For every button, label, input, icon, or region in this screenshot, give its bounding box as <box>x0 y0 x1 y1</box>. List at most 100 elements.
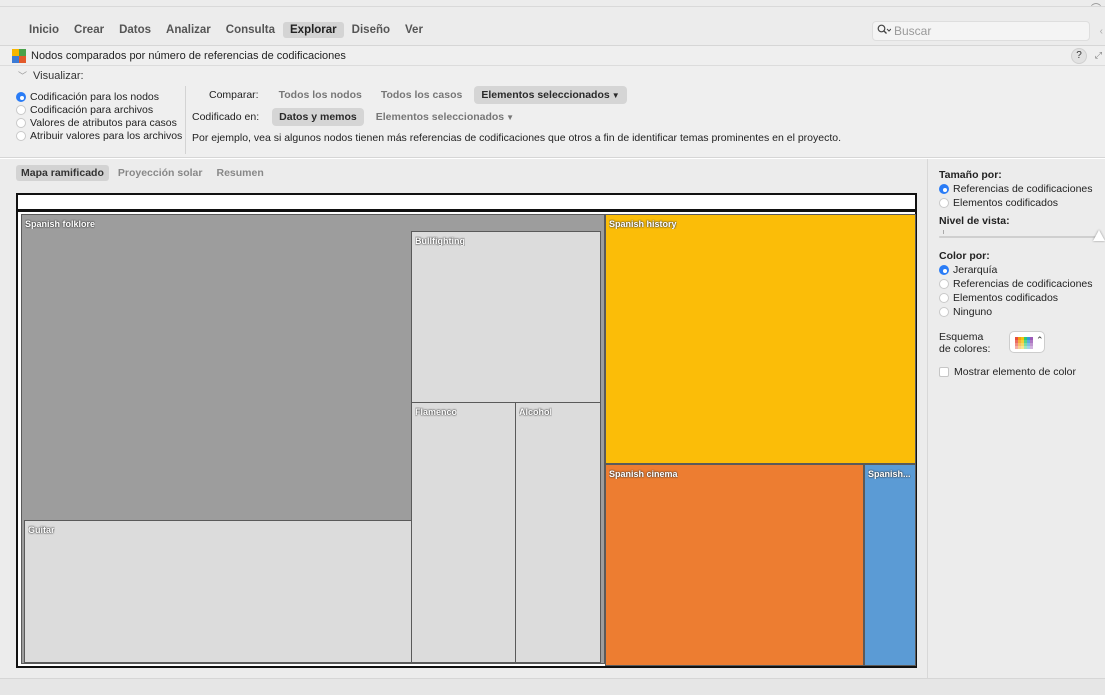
menu-analizar[interactable]: Analizar <box>159 22 218 38</box>
search-input[interactable]: Buscar <box>872 21 1090 41</box>
visualize-label: Visualizar: <box>33 70 84 82</box>
radio-selected-icon[interactable] <box>939 265 949 275</box>
search-icon <box>877 24 892 38</box>
menu-diseno[interactable]: Diseño <box>345 22 397 38</box>
show-color-item-checkbox[interactable]: Mostrar elemento de color <box>939 366 1076 378</box>
cell-label: Spanish folklore <box>25 219 96 229</box>
radio-icon[interactable] <box>939 307 949 317</box>
cell-label: Spanish cinema <box>609 469 678 479</box>
tab-sunburst[interactable]: Proyección solar <box>113 165 208 181</box>
coded-label: Codificado en: <box>192 111 260 123</box>
size-by-coding-references[interactable]: Referencias de codificaciones <box>939 183 1093 195</box>
option-label: Codificación para archivos <box>30 103 154 116</box>
option-label: Referencias de codificaciones <box>953 278 1093 290</box>
chevron-left-icon[interactable]: ‹ <box>1100 26 1103 37</box>
size-by-coded-items[interactable]: Elementos codificados <box>939 197 1058 209</box>
treemap-cell-spanish-cinema[interactable]: Spanish cinema <box>605 464 864 666</box>
coded-data-memos[interactable]: Datos y memos <box>272 108 364 126</box>
updown-chevron-icon: ⌃ <box>1036 335 1044 345</box>
cell-label: Guitar <box>28 525 55 535</box>
color-by-hierarchy[interactable]: Jerarquía <box>939 264 997 276</box>
view-level-slider-thumb[interactable] <box>1093 230 1105 241</box>
tab-summary[interactable]: Resumen <box>211 165 268 181</box>
radio-icon[interactable] <box>16 104 26 115</box>
compare-selected-items[interactable]: Elementos seleccionados ▼ <box>474 86 627 104</box>
menu-explorar[interactable]: Explorar <box>283 22 344 38</box>
tab-treemap[interactable]: Mapa ramificado <box>16 165 109 181</box>
menu-consulta[interactable]: Consulta <box>219 22 282 38</box>
slider-tick <box>943 230 944 234</box>
example-description: Por ejemplo, vea si algunos nodos tienen… <box>192 132 842 144</box>
visualize-option-file-attributes[interactable]: Atribuir valores para los archivos <box>16 129 182 142</box>
options-panel: ﹀ Visualizar: Codificación para los nodos… <box>0 66 1105 158</box>
expand-icon[interactable]: ⤢ <box>1095 50 1102 61</box>
color-by-coded-items[interactable]: Elementos codificados <box>939 292 1058 304</box>
menu-crear[interactable]: Crear <box>67 22 111 38</box>
visualize-option-case-attributes[interactable]: Valores de atributos para casos <box>16 116 182 129</box>
option-label: Jerarquía <box>953 264 998 276</box>
treemap-header <box>16 193 917 211</box>
top-divider <box>0 6 1105 7</box>
radio-icon[interactable] <box>16 117 26 128</box>
option-label: Ninguno <box>953 306 993 318</box>
compare-all-cases[interactable]: Todos los casos <box>374 86 470 104</box>
menu-ver[interactable]: Ver <box>398 22 430 38</box>
help-button[interactable]: ? <box>1071 48 1087 64</box>
segment-label: Elementos seleccionados <box>481 89 610 101</box>
color-by-label: Color por: <box>939 250 990 262</box>
visualize-options: Codificación para los nodos Codificación… <box>16 90 182 142</box>
option-label: Valores de atributos para casos <box>30 116 177 129</box>
size-by-label: Tamaño por: <box>939 169 1002 181</box>
radio-selected-icon[interactable] <box>16 91 26 102</box>
compare-row: Comparar: Todos los nodos Todos los caso… <box>209 86 627 104</box>
chevron-down-icon: ﹀ <box>18 71 28 81</box>
treemap-cell-alcohol[interactable]: Alcohol <box>515 402 601 663</box>
cell-label: Bullfighting <box>415 236 465 246</box>
view-tabs-bar: Mapa ramificado Proyección solar Resumen <box>0 159 927 185</box>
treemap: Spanish folklore Bullfighting Flamenco A… <box>16 210 917 668</box>
compare-label: Comparar: <box>209 89 259 101</box>
color-by-none[interactable]: Ninguno <box>939 306 992 318</box>
visualize-option-nodes[interactable]: Codificación para los nodos <box>16 90 182 103</box>
cell-label: Alcohol <box>519 407 552 417</box>
cell-label: Spanish... <box>868 469 911 479</box>
treemap-cell-guitar[interactable]: Guitar <box>24 520 412 663</box>
color-scheme-label: Esquema de colores: <box>939 331 990 355</box>
treemap-cell-spanish-history[interactable]: Spanish history <box>605 214 916 464</box>
option-label: Codificación para los nodos <box>30 90 159 103</box>
window-resize-icon[interactable]: ⌒ <box>1091 0 1101 15</box>
dropdown-caret-icon: ▼ <box>611 91 620 100</box>
radio-selected-icon[interactable] <box>939 184 949 194</box>
view-level-label: Nivel de vista: <box>939 215 1010 227</box>
search-placeholder: Buscar <box>894 24 932 38</box>
dropdown-caret-icon: ▼ <box>506 113 515 122</box>
option-label: Elementos codificados <box>953 197 1059 209</box>
radio-icon[interactable] <box>939 293 949 303</box>
options-divider <box>185 86 186 154</box>
visualize-header[interactable]: ﹀ Visualizar: <box>18 69 84 82</box>
status-bar <box>0 678 1105 695</box>
checkbox-icon[interactable] <box>939 367 949 377</box>
main-menu: Inicio Crear Datos Analizar Consulta Exp… <box>22 22 431 38</box>
treemap-cell-flamenco[interactable]: Flamenco <box>411 402 516 663</box>
color-by-coding-references[interactable]: Referencias de codificaciones <box>939 278 1093 290</box>
menu-datos[interactable]: Datos <box>112 22 158 38</box>
radio-icon[interactable] <box>16 130 26 141</box>
option-label: Atribuir valores para los archivos <box>30 129 183 142</box>
coded-row: Codificado en: Datos y memos Elementos s… <box>192 108 521 126</box>
compare-all-nodes[interactable]: Todos los nodos <box>272 86 369 104</box>
treemap-cell-spanish-other[interactable]: Spanish... <box>864 464 916 666</box>
visualize-option-files[interactable]: Codificación para archivos <box>16 103 182 116</box>
view-level-slider[interactable] <box>939 236 1097 238</box>
radio-icon[interactable] <box>939 198 949 208</box>
cell-label: Flamenco <box>415 407 458 417</box>
radio-icon[interactable] <box>939 279 949 289</box>
treemap-app-icon <box>12 49 26 63</box>
menu-inicio[interactable]: Inicio <box>22 22 66 38</box>
properties-panel: Tamaño por: Referencias de codificacione… <box>927 159 1105 678</box>
treemap-cell-bullfighting[interactable]: Bullfighting <box>411 231 601 403</box>
option-label: Elementos codificados <box>953 292 1059 304</box>
color-scheme-picker[interactable]: ⌃ <box>1009 331 1045 353</box>
coded-selected-items[interactable]: Elementos seleccionados ▼ <box>369 108 521 126</box>
page-title: Nodos comparados por número de referenci… <box>31 50 346 62</box>
